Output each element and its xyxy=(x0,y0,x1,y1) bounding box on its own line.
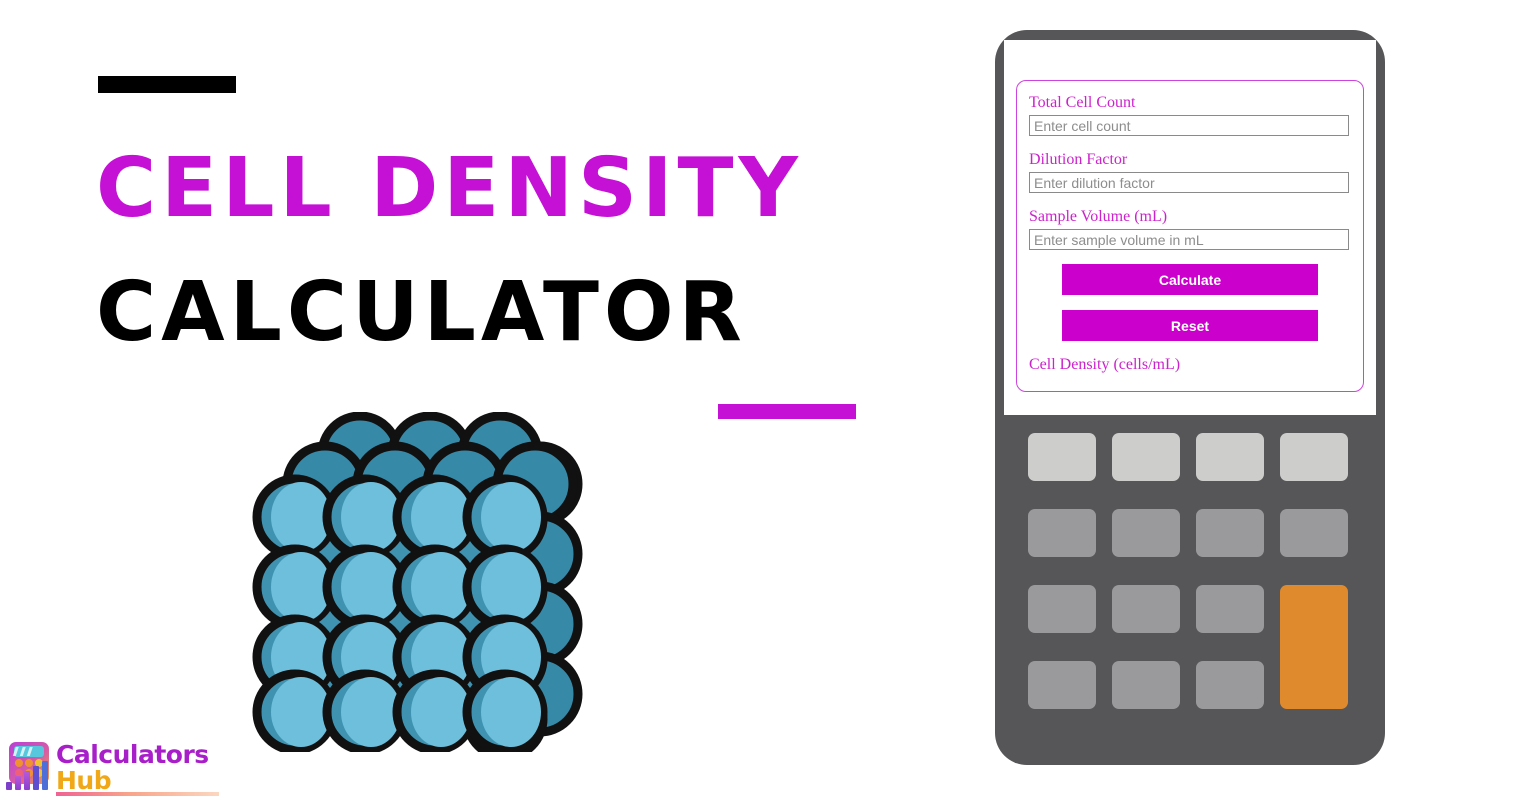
brand-word-hub: Hub xyxy=(56,766,112,795)
key-light-1[interactable] xyxy=(1028,433,1096,481)
dilution-factor-input[interactable] xyxy=(1029,172,1349,193)
key-mid-6[interactable] xyxy=(1112,585,1180,633)
brand-logo-underline xyxy=(56,792,219,796)
calculate-button[interactable]: Calculate xyxy=(1062,264,1318,295)
sample-volume-label: Sample Volume (mL) xyxy=(1029,208,1168,225)
key-mid-1[interactable] xyxy=(1028,509,1096,557)
accent-dash-black xyxy=(98,76,236,93)
key-mid-10[interactable] xyxy=(1196,661,1264,709)
key-mid-5[interactable] xyxy=(1028,585,1096,633)
page-title-line-2: CALCULATOR xyxy=(96,265,747,360)
key-light-2[interactable] xyxy=(1112,433,1180,481)
key-mid-4[interactable] xyxy=(1280,509,1348,557)
total-cell-count-input[interactable] xyxy=(1029,115,1349,136)
dilution-factor-label: Dilution Factor xyxy=(1029,151,1128,168)
cell-density-form: Total Cell Count Dilution Factor Sample … xyxy=(1016,80,1364,392)
key-light-4[interactable] xyxy=(1280,433,1348,481)
calculator-bars-icon xyxy=(4,740,54,792)
key-equals-orange[interactable] xyxy=(1280,585,1348,709)
brand-logo[interactable]: Calculators Hub xyxy=(4,740,219,796)
key-mid-7[interactable] xyxy=(1196,585,1264,633)
key-mid-3[interactable] xyxy=(1196,509,1264,557)
brand-logo-text: Calculators Hub xyxy=(56,742,209,793)
sample-volume-input[interactable] xyxy=(1029,229,1349,250)
page-title-line-1: CELL DENSITY xyxy=(96,141,803,236)
reset-button[interactable]: Reset xyxy=(1062,310,1318,341)
key-mid-2[interactable] xyxy=(1112,509,1180,557)
key-mid-8[interactable] xyxy=(1028,661,1096,709)
accent-dash-magenta xyxy=(718,404,856,419)
cell-density-result-label: Cell Density (cells/mL) xyxy=(1029,356,1181,373)
cell-cluster-illustration xyxy=(243,412,583,752)
key-light-3[interactable] xyxy=(1196,433,1264,481)
poster-canvas: CELL DENSITY CALCULATOR Total Cell Count… xyxy=(0,0,1520,800)
key-mid-9[interactable] xyxy=(1112,661,1180,709)
brand-word-calculators: Calculators xyxy=(56,740,209,769)
calculator-keypad xyxy=(1028,433,1348,731)
total-cell-count-label: Total Cell Count xyxy=(1029,94,1136,111)
